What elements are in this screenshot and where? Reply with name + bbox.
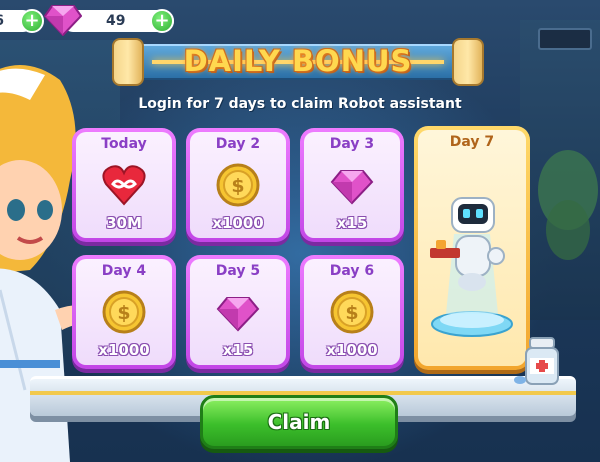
add-gems-button[interactable]: + [150,9,174,33]
svg-text:$: $ [117,302,130,324]
gem-icon [44,5,82,36]
page-title: DAILY BONUS [183,44,413,78]
title-banner: DAILY BONUS [112,38,484,86]
reward-day-label: Day 7 [449,134,495,150]
background-sign [538,28,592,50]
svg-text:$: $ [345,302,358,324]
plus-icon: + [24,10,40,31]
robot-assistant-icon [430,197,513,337]
reward-card-today[interactable]: Today 30M [72,128,176,242]
reward-amount: x1000 [98,341,150,359]
add-resource-button[interactable]: + [20,9,44,33]
reward-day-label: Day 6 [329,263,375,279]
gold-coin-icon: $ [102,290,146,334]
reward-day-label: Day 5 [215,263,261,279]
claim-button-label: Claim [267,410,331,434]
medicine-bottle-icon [514,337,559,385]
reward-day-label: Day 4 [101,263,147,279]
reward-amount: x1000 [326,341,378,359]
resource-left-value: 6 [0,13,4,29]
reward-amount: x15 [222,341,254,359]
reward-amount: x1000 [212,214,264,232]
reward-amount: x15 [336,214,368,232]
pink-gem-icon [330,170,374,205]
reward-card-day-6[interactable]: Day 6 $ x1000 [300,255,404,369]
gems-value: 49 [106,13,126,29]
reward-card-day-5[interactable]: Day 5 x15 [186,255,290,369]
gold-coin-icon: $ [216,163,260,207]
reward-card-day-4[interactable]: Day 4 $ x1000 [72,255,176,369]
gold-coin-icon: $ [330,290,374,334]
plus-icon: + [154,10,170,31]
reward-day-label: Today [101,136,147,152]
reward-card-day-7[interactable]: Day 7 [414,126,530,370]
reward-card-day-2[interactable]: Day 2 $ x1000 [186,128,290,242]
svg-text:$: $ [231,175,244,197]
infinite-heart-icon [102,165,146,206]
pink-gem-icon [216,297,260,332]
background-tree [546,200,590,260]
reward-amount: 30M [106,214,142,232]
reward-card-day-3[interactable]: Day 3 x15 [300,128,404,242]
reward-day-label: Day 2 [215,136,261,152]
reward-day-label: Day 3 [329,136,375,152]
claim-button[interactable]: Claim [200,395,398,449]
page-subtitle: Login for 7 days to claim Robot assistan… [138,96,462,112]
